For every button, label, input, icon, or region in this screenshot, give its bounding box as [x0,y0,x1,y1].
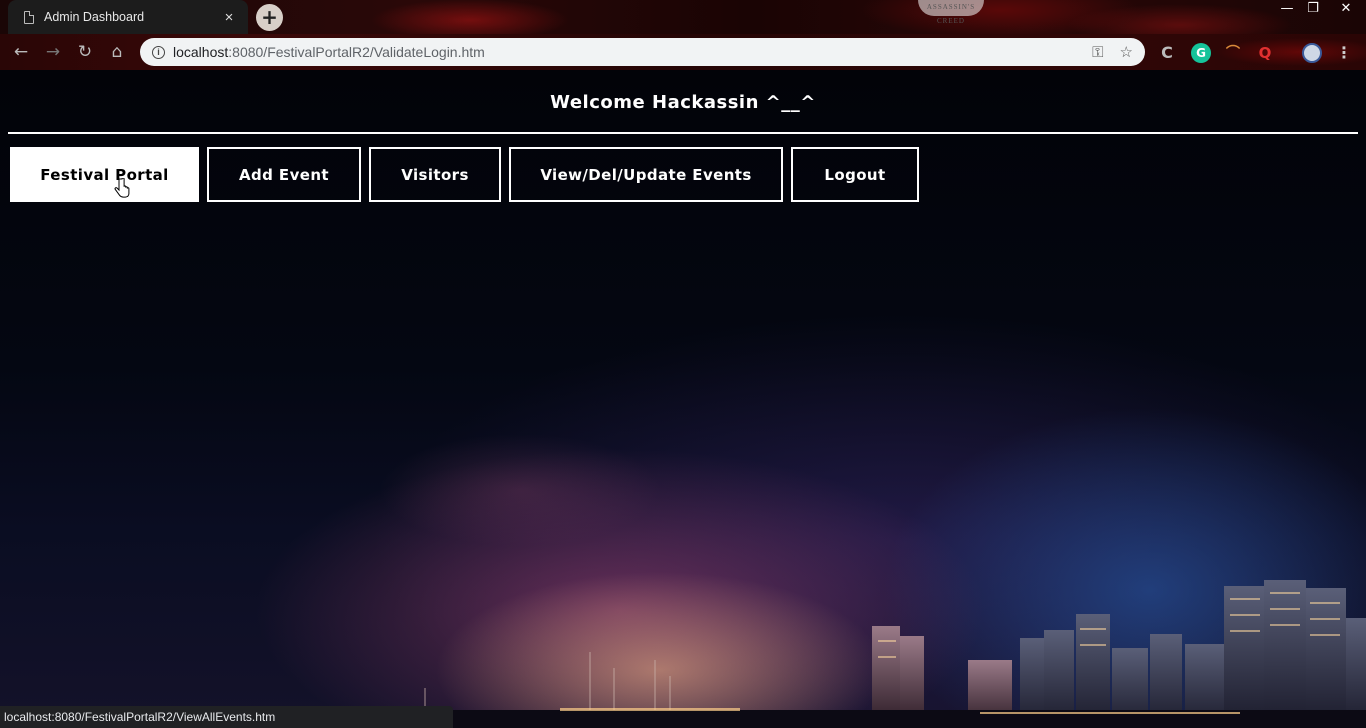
reload-icon[interactable]: ↻ [74,42,96,64]
festival-portal-button[interactable]: Festival Portal [10,147,199,202]
home-icon[interactable]: ⌂ [106,42,128,64]
logout-button[interactable]: Logout [791,147,919,202]
close-window-button[interactable]: ✕ [1326,0,1366,18]
status-bar: localhost:8080/FestivalPortalR2/ViewAllE… [0,706,453,728]
divider [8,132,1358,134]
tab-close-icon[interactable]: × [220,9,238,26]
browser-tab[interactable]: Admin Dashboard × [8,0,248,34]
hand-cursor-icon [114,178,130,198]
add-event-button[interactable]: Add Event [207,147,361,202]
extension-c-icon[interactable]: C [1157,43,1177,63]
page-content: Welcome Hackassin ^__^ Festival Portal A… [0,70,1366,728]
menu-dots-icon[interactable]: ⋮ [1334,43,1354,63]
bookmark-star-icon[interactable]: ☆ [1120,43,1133,61]
url-path: :8080/FestivalPortalR2/ValidateLogin.htm [228,44,485,60]
view-del-update-events-button[interactable]: View/Del/Update Events [509,147,783,202]
back-arrow-icon[interactable]: ← [10,42,32,64]
page-icon [24,10,34,24]
browser-titlebar: Admin Dashboard × + ASSASSIN'S CREED — ❐… [0,0,1366,34]
window-controls: — ❐ ✕ [1274,0,1366,18]
grammarly-icon[interactable]: G [1191,43,1211,63]
tab-title: Admin Dashboard [44,10,145,24]
forward-arrow-icon[interactable]: → [42,42,64,64]
browser-toolbar: ← → ↻ ⌂ i localhost:8080/FestivalPortalR… [0,34,1366,70]
restore-button[interactable]: ❐ [1300,0,1326,18]
visitors-button[interactable]: Visitors [369,147,501,202]
welcome-heading: Welcome Hackassin ^__^ [550,92,816,113]
profile-avatar-icon[interactable] [1302,43,1322,63]
address-bar[interactable]: i localhost:8080/FestivalPortalR2/Valida… [140,38,1145,66]
url-text[interactable]: localhost:8080/FestivalPortalR2/Validate… [173,44,1076,60]
new-tab-button[interactable]: + [256,4,283,31]
key-icon[interactable]: ⚿ [1092,44,1103,61]
quora-icon[interactable]: Q [1255,43,1275,63]
url-host: localhost [173,44,229,60]
rainbow-extension-icon[interactable]: ⌒ [1223,43,1243,63]
minimize-button[interactable]: — [1274,0,1300,18]
info-icon[interactable]: i [152,45,165,59]
admin-nav: Festival Portal Add Event Visitors View/… [10,147,919,202]
theme-logo: ASSASSIN'S CREED [918,0,984,25]
